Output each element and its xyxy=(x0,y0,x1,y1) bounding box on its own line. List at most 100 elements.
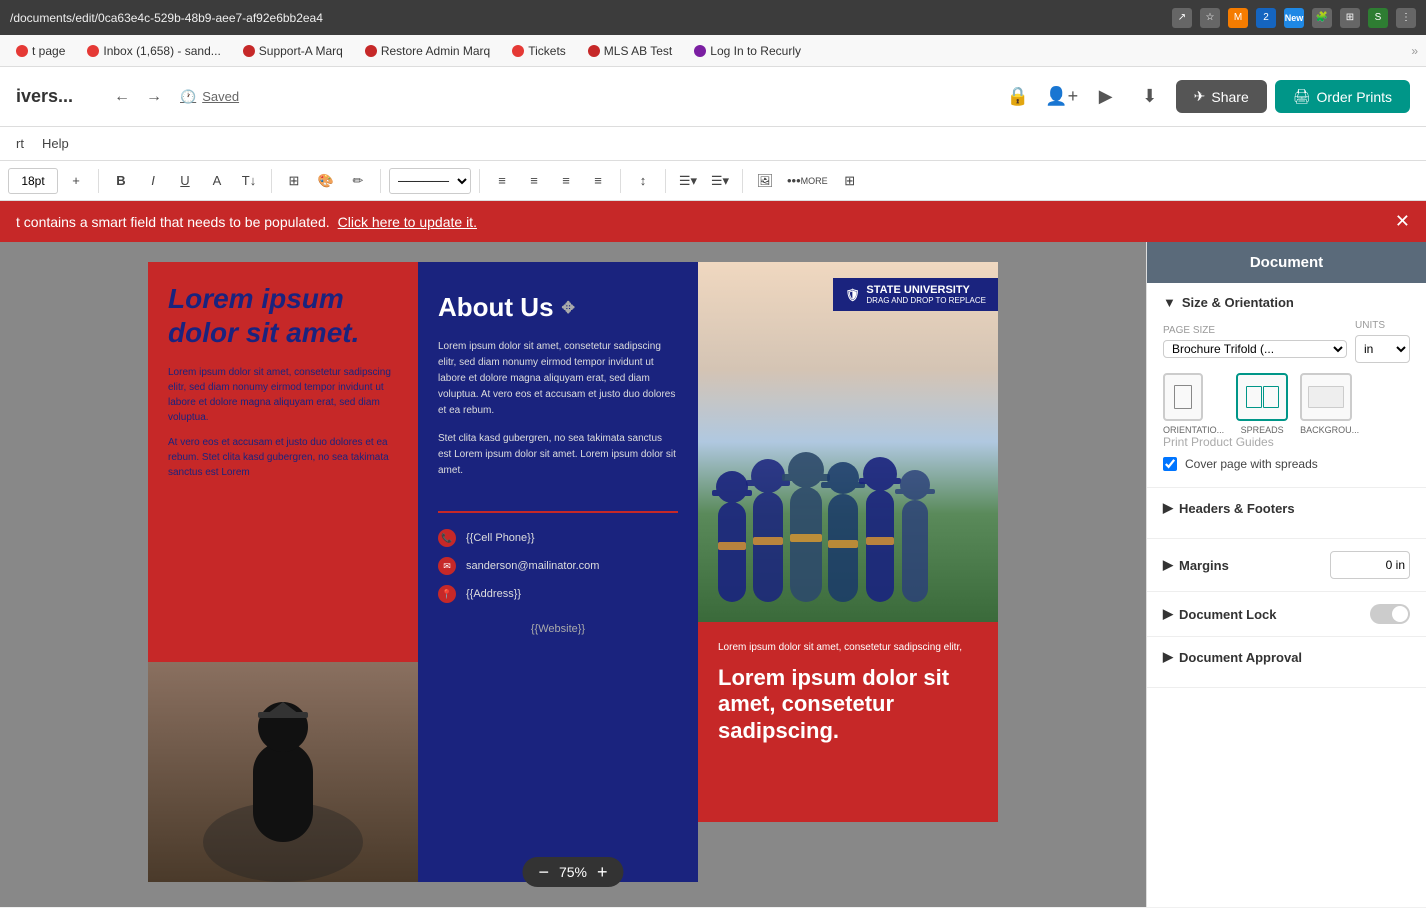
shield-icon: 🛡 xyxy=(845,288,860,302)
bullet-list-button[interactable]: ☰▾ xyxy=(674,167,702,195)
print-guide-link[interactable]: Print Product Guides xyxy=(1163,435,1410,449)
share-button[interactable]: ✈ Share xyxy=(1176,80,1267,113)
bookmark-restore[interactable]: Restore Admin Marq xyxy=(357,42,498,60)
bookmarks-bar: t page Inbox (1,658) - sand... Support-A… xyxy=(0,35,1426,67)
zoom-in-button[interactable]: + xyxy=(597,863,608,881)
page-left-heading: Lorem ipsum dolor sit amet. xyxy=(168,282,398,349)
order-prints-button[interactable]: 🖨 Order Prints xyxy=(1275,80,1410,113)
bookmark-recurly[interactable]: Log In to Recurly xyxy=(686,42,809,60)
spreads-button[interactable] xyxy=(1236,373,1288,421)
size-section-title[interactable]: ▼ Size & Orientation xyxy=(1163,295,1410,310)
document-lock-section: ▶ Document Lock xyxy=(1147,592,1426,637)
page-middle[interactable]: About Us ✥ Lorem ipsum dolor sit amet, c… xyxy=(418,262,698,882)
zoom-value: 75% xyxy=(559,864,587,880)
app-header: ivers... ← → 🕐 Saved 🔒 👤+ ▶ ⬇ ✈ Share 🖨 … xyxy=(0,67,1426,127)
text-size-button[interactable]: A xyxy=(203,167,231,195)
zoom-out-button[interactable]: − xyxy=(538,863,549,881)
share-icon: ✈ xyxy=(1194,88,1206,105)
portrait-button[interactable] xyxy=(1163,373,1203,421)
back-button[interactable]: ← xyxy=(108,83,136,111)
underline-button[interactable]: U xyxy=(171,167,199,195)
align-center-button[interactable]: ≡ xyxy=(520,167,548,195)
phone-icon: 📞 xyxy=(438,529,456,547)
sidebar-icon[interactable]: ⊞ xyxy=(1340,8,1360,28)
edit-button[interactable]: ✏ xyxy=(344,167,372,195)
document-approval-title[interactable]: ▶ Document Approval xyxy=(1163,649,1410,665)
page-left-body2: At vero eos et accusam et justo duo dolo… xyxy=(168,435,398,480)
cover-page-row: Cover page with spreads xyxy=(1163,457,1410,471)
background-button[interactable] xyxy=(1300,373,1352,421)
more-label: MORE xyxy=(801,176,828,186)
bookmark-inbox[interactable]: Inbox (1,658) - sand... xyxy=(79,42,228,60)
bookmarks-more[interactable]: » xyxy=(1411,44,1418,58)
bookmark-mls[interactable]: MLS AB Test xyxy=(580,42,680,60)
alert-link[interactable]: Click here to update it. xyxy=(338,214,477,230)
browser-icons: ↗ ☆ M 2 New 🧩 ⊞ S ⋮ xyxy=(1172,8,1416,28)
profile-icon[interactable]: S xyxy=(1368,8,1388,28)
more-browser-icon[interactable]: ⋮ xyxy=(1396,8,1416,28)
insert-table-button[interactable]: ⊞ xyxy=(280,167,308,195)
line-style-select[interactable]: ────── xyxy=(389,168,471,194)
alert-close-button[interactable]: ✕ xyxy=(1395,211,1410,232)
bookmark-support[interactable]: Support-A Marq xyxy=(235,42,351,60)
bold-button[interactable]: B xyxy=(107,167,135,195)
headers-section-title[interactable]: ▶ Headers & Footers xyxy=(1163,500,1410,516)
size-orientation-section: ▼ Size & Orientation PAGE SIZE Brochure … xyxy=(1147,283,1426,488)
cover-page-checkbox[interactable] xyxy=(1163,457,1177,471)
page-left-body1: Lorem ipsum dolor sit amet, consetetur s… xyxy=(168,365,398,425)
red-bottom-text: Lorem ipsum dolor sit amet, consetetur s… xyxy=(718,642,978,653)
guide-label: Print Product Guides xyxy=(1163,435,1274,449)
margins-input[interactable] xyxy=(1330,551,1410,579)
align-left-button[interactable]: ≡ xyxy=(488,167,516,195)
spreads-label: SPREADS xyxy=(1236,425,1288,435)
document-approval-section: ▶ Document Approval xyxy=(1147,637,1426,688)
document-lock-title[interactable]: ▶ Document Lock xyxy=(1163,606,1277,622)
puzzle-icon[interactable]: 🧩 xyxy=(1312,8,1332,28)
document-lock-toggle[interactable] xyxy=(1370,604,1410,624)
font-size-input[interactable] xyxy=(8,168,58,194)
units-select[interactable]: in cm mm xyxy=(1355,335,1410,363)
preview-button[interactable]: ▶ xyxy=(1088,79,1124,115)
lock-button[interactable]: 🔒 xyxy=(1000,79,1036,115)
bookmark-t-page[interactable]: t page xyxy=(8,42,73,60)
insert-image-button[interactable]: 🖼 xyxy=(751,167,779,195)
margins-section: ▶ Margins xyxy=(1147,539,1426,592)
grid-view-button[interactable]: ⊞ xyxy=(836,167,864,195)
star-icon[interactable]: ☆ xyxy=(1200,8,1220,28)
more-button[interactable]: ••• MORE xyxy=(783,167,832,195)
email-icon: ✉ xyxy=(438,557,456,575)
share-browser-icon[interactable]: ↗ xyxy=(1172,8,1192,28)
headers-label: Headers & Footers xyxy=(1179,501,1295,516)
fill-color-button[interactable]: 🎨 xyxy=(312,167,340,195)
spreads-option: SPREADS xyxy=(1236,373,1288,435)
document-lock-row: ▶ Document Lock xyxy=(1163,604,1410,624)
download-button[interactable]: ⬇ xyxy=(1132,79,1168,115)
forward-button[interactable]: → xyxy=(140,83,168,111)
page-size-select[interactable]: Brochure Trifold (... xyxy=(1163,340,1347,358)
divider-4 xyxy=(479,169,480,193)
menu-item-rt[interactable]: rt xyxy=(8,132,32,155)
italic-button[interactable]: I xyxy=(139,167,167,195)
line-height-button[interactable]: ↕ xyxy=(629,167,657,195)
saved-status[interactable]: 🕐 Saved xyxy=(180,89,239,105)
bookmark-tickets[interactable]: Tickets xyxy=(504,42,574,60)
page-left[interactable]: Lorem ipsum dolor sit amet. Lorem ipsum … xyxy=(148,262,418,882)
move-icon[interactable]: ✥ xyxy=(562,298,575,318)
canvas-area[interactable]: Lorem ipsum dolor sit amet. Lorem ipsum … xyxy=(0,242,1146,907)
align-right-button[interactable]: ≡ xyxy=(552,167,580,195)
font-size-plus[interactable]: + xyxy=(62,167,90,195)
numbered-list-button[interactable]: ☰▾ xyxy=(706,167,734,195)
page-right[interactable]: 🛡 STATE UNIVERSITY DRAG AND DROP TO REPL… xyxy=(698,262,998,882)
ext-icon-2[interactable]: 2 xyxy=(1256,8,1276,28)
ext-icon-1[interactable]: M xyxy=(1228,8,1248,28)
about-us-section: About Us ✥ Lorem ipsum dolor sit amet, c… xyxy=(418,262,698,511)
margins-title[interactable]: ▶ Margins xyxy=(1163,557,1229,573)
add-user-button[interactable]: 👤+ xyxy=(1044,79,1080,115)
align-justify-button[interactable]: ≡ xyxy=(584,167,612,195)
new-extension-badge[interactable]: New xyxy=(1284,8,1304,28)
menu-item-help[interactable]: Help xyxy=(34,132,77,155)
divider-6 xyxy=(665,169,666,193)
bookmark-label-3: Support-A Marq xyxy=(259,44,343,58)
text-transform-button[interactable]: T↓ xyxy=(235,167,263,195)
orientation-row: ORIENTATIO... SPREADS xyxy=(1163,373,1410,435)
